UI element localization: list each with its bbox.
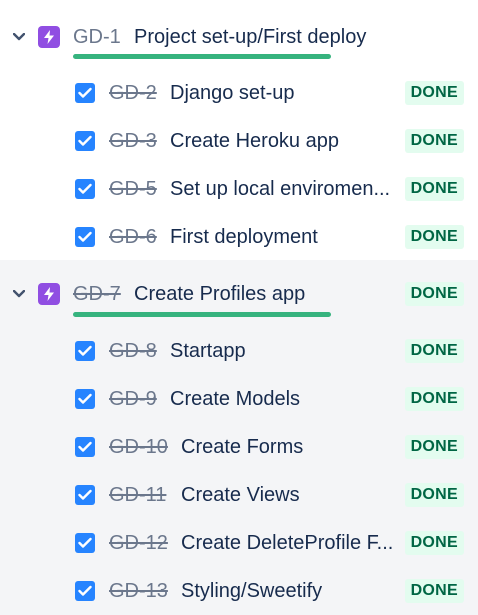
task-title[interactable]: Django set-up <box>170 82 295 105</box>
status-badge[interactable]: DONE <box>404 282 464 306</box>
lightning-bolt-icon <box>38 26 60 48</box>
status-badge[interactable]: DONE <box>404 579 464 603</box>
task-row[interactable]: GD-3 Create Heroku app DONE <box>0 117 478 165</box>
epic-key[interactable]: GD-1 <box>73 26 121 49</box>
task-row[interactable]: GD-8 Startapp DONE <box>0 327 478 375</box>
checkmark-icon[interactable] <box>75 437 95 457</box>
epic-group-gd-7: GD-7 Create Profiles app DONE GD-8 Start… <box>0 260 478 615</box>
status-badge[interactable]: DONE <box>404 81 464 105</box>
checkmark-icon[interactable] <box>75 227 95 247</box>
task-title[interactable]: Create DeleteProfile F... <box>181 532 402 555</box>
status-badge[interactable]: DONE <box>404 129 464 153</box>
task-row[interactable]: GD-11 Create Views DONE <box>0 471 478 519</box>
checkmark-icon[interactable] <box>75 131 95 151</box>
task-title[interactable]: Create Forms <box>181 436 303 459</box>
task-title[interactable]: Create Models <box>170 388 300 411</box>
task-key[interactable]: GD-12 <box>109 532 168 555</box>
epic-title[interactable]: Project set-up/First deploy <box>134 26 366 49</box>
status-badge[interactable]: DONE <box>404 435 464 459</box>
checkmark-icon[interactable] <box>75 485 95 505</box>
lightning-bolt-icon <box>38 283 60 305</box>
task-title[interactable]: Styling/Sweetify <box>181 580 322 603</box>
status-badge[interactable]: DONE <box>404 483 464 507</box>
task-key[interactable]: GD-6 <box>109 226 157 249</box>
task-title[interactable]: Create Heroku app <box>170 130 339 153</box>
task-row[interactable]: GD-10 Create Forms DONE <box>0 423 478 471</box>
task-row[interactable]: GD-9 Create Models DONE <box>0 375 478 423</box>
checkmark-icon[interactable] <box>75 581 95 601</box>
task-row[interactable]: GD-2 Django set-up DONE <box>0 69 478 117</box>
task-key[interactable]: GD-10 <box>109 436 168 459</box>
checkmark-icon[interactable] <box>75 533 95 553</box>
task-row[interactable]: GD-12 Create DeleteProfile F... DONE <box>0 519 478 567</box>
checkmark-icon[interactable] <box>75 341 95 361</box>
task-title[interactable]: First deployment <box>170 226 318 249</box>
task-row[interactable]: GD-5 Set up local enviromen... DONE <box>0 165 478 213</box>
checkmark-icon[interactable] <box>75 179 95 199</box>
status-badge[interactable]: DONE <box>404 177 464 201</box>
chevron-down-icon[interactable] <box>12 287 26 301</box>
task-key[interactable]: GD-3 <box>109 130 157 153</box>
status-badge[interactable]: DONE <box>404 225 464 249</box>
status-badge[interactable]: DONE <box>404 531 464 555</box>
progress-bar <box>73 312 331 317</box>
epic-row[interactable]: GD-7 Create Profiles app DONE <box>0 270 478 318</box>
task-row[interactable]: GD-6 First deployment DONE <box>0 213 478 261</box>
task-key[interactable]: GD-9 <box>109 388 157 411</box>
task-title[interactable]: Create Views <box>181 484 300 507</box>
progress-bar <box>73 54 331 59</box>
epic-key[interactable]: GD-7 <box>73 283 121 306</box>
checkmark-icon[interactable] <box>75 83 95 103</box>
checkmark-icon[interactable] <box>75 389 95 409</box>
task-key[interactable]: GD-11 <box>109 484 166 507</box>
task-key[interactable]: GD-5 <box>109 178 157 201</box>
chevron-down-icon[interactable] <box>12 30 26 44</box>
status-badge[interactable]: DONE <box>404 387 464 411</box>
task-title[interactable]: Set up local enviromen... <box>170 178 402 201</box>
task-title[interactable]: Startapp <box>170 340 246 363</box>
task-key[interactable]: GD-13 <box>109 580 168 603</box>
task-row[interactable]: GD-13 Styling/Sweetify DONE <box>0 567 478 615</box>
epic-title[interactable]: Create Profiles app <box>134 283 305 306</box>
epic-group-gd-1: GD-1 Project set-up/First deploy GD-2 Dj… <box>0 0 478 260</box>
status-badge[interactable]: DONE <box>404 339 464 363</box>
task-key[interactable]: GD-2 <box>109 82 157 105</box>
task-key[interactable]: GD-8 <box>109 340 157 363</box>
